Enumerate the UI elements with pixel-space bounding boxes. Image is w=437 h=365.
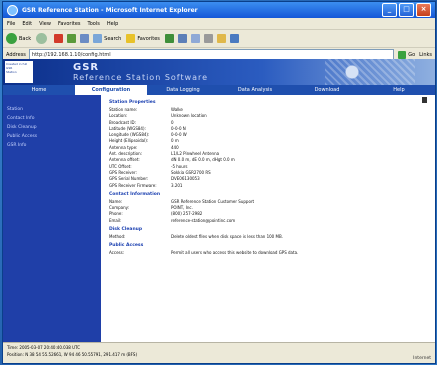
refresh-icon[interactable] bbox=[67, 34, 77, 43]
property-row: GPS Receiver Firmware: 3.201 bbox=[109, 182, 183, 188]
toolbar: Back Search Favorites bbox=[3, 30, 435, 48]
star-icon bbox=[126, 34, 136, 43]
section-title-public-access: Public Access bbox=[109, 243, 144, 249]
sidebar-item-gsr-info[interactable]: GSR Info bbox=[3, 141, 101, 150]
home-icon[interactable] bbox=[80, 34, 90, 43]
station-properties: Station name: Walke Location: Unknown loca… bbox=[109, 107, 427, 189]
favorites-button[interactable]: Favorites bbox=[126, 34, 160, 43]
links-button[interactable]: Links bbox=[419, 52, 432, 58]
title-bar[interactable]: GSR Reference Station - Microsoft Intern… bbox=[3, 2, 435, 18]
close-button[interactable]: × bbox=[416, 3, 431, 17]
forward-button[interactable] bbox=[36, 33, 49, 44]
address-label: Address bbox=[6, 51, 26, 58]
section-title-station: Station Properties bbox=[109, 100, 156, 105]
property-row: Access: Permit all users who access this … bbox=[109, 250, 299, 256]
edit-icon[interactable] bbox=[216, 34, 226, 43]
tab-configuration[interactable]: Configuration bbox=[75, 85, 147, 95]
sidebar-item-station[interactable]: Station bbox=[3, 105, 101, 114]
forward-arrow-icon bbox=[36, 33, 48, 44]
site-banner: Created in full GSR Station GSR Referenc… bbox=[3, 59, 435, 85]
sidebar-item-public-access[interactable]: Public Access bbox=[3, 132, 101, 141]
sidebar-item-contact-info[interactable]: Contact Info bbox=[3, 114, 101, 123]
minimize-button[interactable]: _ bbox=[382, 3, 397, 17]
print-page-icon[interactable] bbox=[422, 97, 427, 103]
media-icon[interactable] bbox=[164, 34, 174, 43]
brand-subtitle: Reference Station Software bbox=[73, 73, 209, 82]
tab-download[interactable]: Download bbox=[291, 87, 363, 93]
tab-help[interactable]: Help bbox=[363, 87, 435, 93]
mail-icon[interactable] bbox=[190, 34, 200, 43]
ie-icon bbox=[7, 4, 18, 16]
property-row: Email: reference-station@pointinc.com bbox=[109, 217, 236, 223]
stop-icon[interactable] bbox=[54, 34, 64, 43]
tab-data-analysis[interactable]: Data Analysis bbox=[219, 87, 291, 93]
menu-favorites[interactable]: Favorites bbox=[58, 21, 81, 27]
discuss-icon[interactable] bbox=[229, 34, 239, 43]
section-title-contact: Contact Information bbox=[109, 191, 161, 197]
menu-help[interactable]: Help bbox=[107, 21, 118, 27]
history-icon[interactable] bbox=[177, 34, 187, 43]
brand-name: GSR bbox=[73, 62, 100, 73]
browser-window: GSR Reference Station - Microsoft Intern… bbox=[3, 2, 435, 363]
go-button[interactable]: Go bbox=[398, 50, 415, 59]
window-title: GSR Reference Station - Microsoft Intern… bbox=[22, 6, 198, 14]
property-row: Method: Delete oldest files when disk spa… bbox=[109, 234, 283, 240]
maximize-button[interactable]: □ bbox=[399, 3, 414, 17]
site-logo: Created in full GSR Station bbox=[5, 61, 33, 83]
tab-home[interactable]: Home bbox=[3, 87, 75, 93]
sidebar: Station Contact Info Disk Cleanup Public… bbox=[3, 95, 101, 343]
menu-view[interactable]: View bbox=[39, 21, 51, 27]
menu-edit[interactable]: Edit bbox=[22, 21, 32, 27]
back-arrow-icon bbox=[6, 33, 17, 44]
go-arrow-icon bbox=[398, 50, 407, 59]
security-zone: Internet bbox=[413, 356, 431, 361]
main-content: Station Properties Station name: Walke Lo… bbox=[109, 97, 427, 343]
menu-bar: File Edit View Favorites Tools Help bbox=[3, 18, 435, 30]
section-title-disk-cleanup: Disk Cleanup bbox=[109, 227, 143, 233]
status-position: Position: N 38 54 55.52661, W 94 46 50.5… bbox=[7, 352, 138, 357]
menu-file[interactable]: File bbox=[7, 21, 15, 27]
satellite-decoration bbox=[325, 59, 415, 85]
contact-information: Name: GSR Reference Station Customer Supp… bbox=[109, 199, 427, 224]
menu-tools[interactable]: Tools bbox=[88, 21, 100, 27]
status-time: Time: 2005-03-07 20:40:40.038 UTC bbox=[7, 345, 80, 350]
print-icon[interactable] bbox=[203, 34, 213, 43]
desktop-background: GSR Reference Station - Microsoft Intern… bbox=[0, 0, 437, 365]
back-button[interactable]: Back bbox=[6, 33, 31, 44]
web-page: Created in full GSR Station GSR Referenc… bbox=[3, 59, 435, 343]
tab-data-logging[interactable]: Data Logging bbox=[147, 87, 219, 93]
status-bar: Time: 2005-03-07 20:40:40.038 UTC Positi… bbox=[3, 342, 435, 363]
search-icon bbox=[93, 34, 103, 43]
sidebar-item-disk-cleanup[interactable]: Disk Cleanup bbox=[3, 123, 101, 132]
search-button[interactable]: Search bbox=[93, 34, 121, 43]
site-nav: Home Configuration Data Logging Data Ana… bbox=[3, 85, 435, 95]
